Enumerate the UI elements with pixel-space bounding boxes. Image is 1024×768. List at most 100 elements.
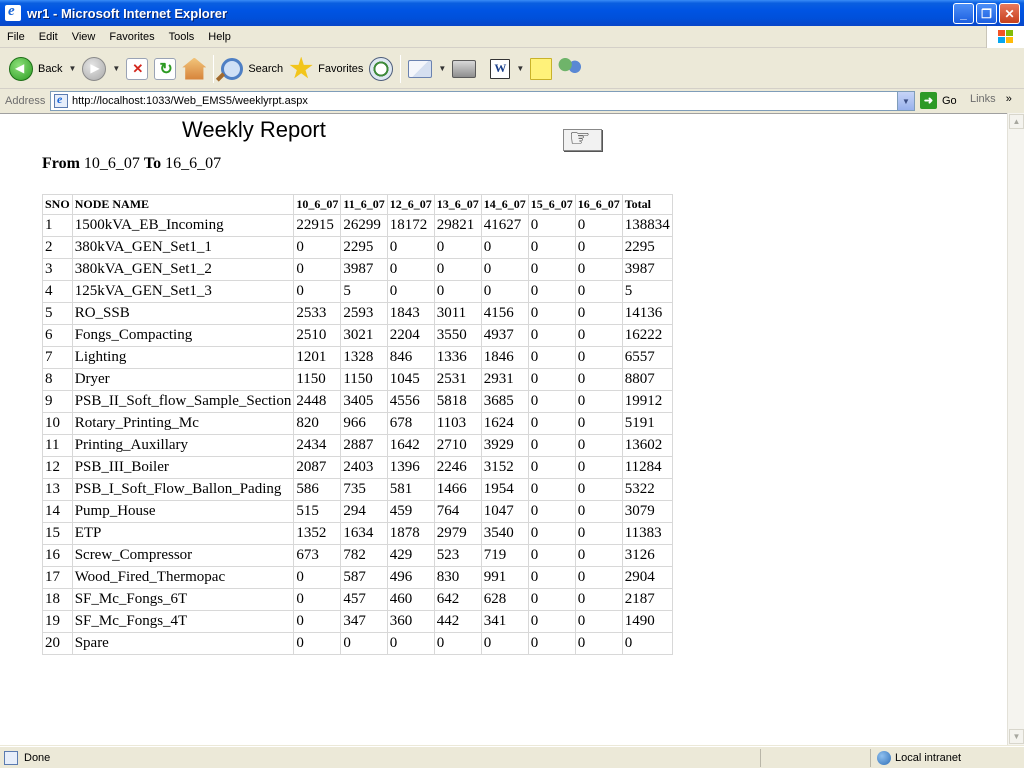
column-header: 15_6_07 xyxy=(527,194,576,215)
table-cell: 4156 xyxy=(480,302,529,325)
table-cell: RO_SSB xyxy=(71,302,295,325)
discuss-button[interactable] xyxy=(527,52,555,86)
table-cell: 0 xyxy=(574,214,623,237)
from-value: 10_6_07 xyxy=(83,155,140,172)
table-cell: 2246 xyxy=(433,456,482,479)
column-header: Total xyxy=(621,194,673,215)
links-bar[interactable]: Links » xyxy=(970,93,1012,105)
table-cell: 1 xyxy=(42,214,73,237)
table-cell: 0 xyxy=(480,258,529,281)
history-button[interactable] xyxy=(366,52,396,86)
scroll-down-icon[interactable]: ▼ xyxy=(1009,729,1024,744)
window-titlebar[interactable]: wr1 - Microsoft Internet Explorer _ ❐ ✕ xyxy=(0,0,1024,26)
table-cell: 1846 xyxy=(480,346,529,369)
go-button[interactable]: ➜ Go xyxy=(920,92,957,109)
maximize-button[interactable]: ❐ xyxy=(976,3,997,24)
table-cell: 2295 xyxy=(621,236,673,259)
table-header: SNO NODE NAME 10_6_07 11_6_07 12_6_07 13_6_07… xyxy=(42,194,673,215)
home-button[interactable] xyxy=(179,52,209,86)
table-cell: 1352 xyxy=(293,522,342,545)
star-icon xyxy=(289,56,313,79)
table-cell: Printing_Auxillary xyxy=(71,434,295,457)
table-cell: 0 xyxy=(527,566,576,589)
menu-edit[interactable]: Edit xyxy=(32,26,65,48)
address-dropdown-icon[interactable]: ▼ xyxy=(897,92,914,110)
table-cell: 587 xyxy=(340,566,388,589)
address-input[interactable] xyxy=(72,95,892,107)
table-cell: 991 xyxy=(480,566,529,589)
search-button[interactable]: Search xyxy=(218,52,286,86)
menu-tools[interactable]: Tools xyxy=(162,26,202,48)
table-cell: 459 xyxy=(386,500,435,523)
table-cell: 0 xyxy=(293,280,342,303)
back-dropdown-icon[interactable]: ▼ xyxy=(68,64,76,73)
printer-icon xyxy=(452,59,477,78)
table-row: 5 RO_SSB 2533 2593 1843 3011 4156 0 0 14136 xyxy=(42,302,673,325)
refresh-button[interactable] xyxy=(151,52,179,86)
table-cell: 0 xyxy=(433,632,482,655)
table-cell: 5191 xyxy=(621,412,673,435)
table-cell: 17 xyxy=(42,566,73,589)
table-row: 2 380kVA_GEN_Set1_1 0 2295 0 0 0 0 0 2295 xyxy=(42,236,673,259)
table-cell: 11284 xyxy=(621,456,673,479)
status-text: Done xyxy=(24,751,51,764)
menu-help[interactable]: Help xyxy=(201,26,238,48)
toolbar-separator xyxy=(213,54,215,83)
scroll-up-icon[interactable]: ▲ xyxy=(1009,114,1024,129)
toolbar-separator xyxy=(400,54,402,83)
table-cell: 0 xyxy=(527,324,576,347)
table-row: 15 ETP 1352 1634 1878 2979 3540 0 0 11383 xyxy=(42,522,673,545)
table-cell: 1500kVA_EB_Incoming xyxy=(71,214,295,237)
go-arrow-icon: ➜ xyxy=(920,92,937,109)
table-cell: 1201 xyxy=(293,346,342,369)
menu-favorites[interactable]: Favorites xyxy=(102,26,161,48)
back-button[interactable]: Back ▼ xyxy=(6,52,79,86)
address-field[interactable]: ▼ xyxy=(50,91,915,111)
vertical-scrollbar[interactable]: ▲ ▼ xyxy=(1007,113,1024,745)
table-cell: 0 xyxy=(293,610,342,633)
mail-dropdown-icon[interactable]: ▼ xyxy=(438,64,446,73)
minimize-button[interactable]: _ xyxy=(953,3,974,24)
forward-button[interactable]: ▼ xyxy=(79,52,123,86)
messenger-button[interactable] xyxy=(555,52,585,86)
table-cell: ETP xyxy=(71,522,295,545)
close-button[interactable]: ✕ xyxy=(999,3,1020,24)
table-cell: 14 xyxy=(42,500,73,523)
print-button[interactable] xyxy=(449,52,479,86)
table-cell: Rotary_Printing_Mc xyxy=(71,412,295,435)
table-cell: 18172 xyxy=(386,214,435,237)
page-content: Weekly Report From 10_6_07 To 16_6_07 SN… xyxy=(0,113,1007,745)
windows-flag-icon xyxy=(998,30,1014,44)
table-row: 12 PSB_III_Boiler 2087 2403 1396 2246 3152 0 0 11… xyxy=(42,456,673,479)
table-row: 13 PSB_I_Soft_Flow_Ballon_Pading 586 735 581… xyxy=(42,478,673,501)
menu-view[interactable]: View xyxy=(65,26,103,48)
table-cell: 3126 xyxy=(621,544,673,567)
edit-dropdown-icon[interactable]: ▼ xyxy=(516,64,524,73)
forward-dropdown-icon[interactable]: ▼ xyxy=(112,64,120,73)
intranet-globe-icon xyxy=(877,751,891,765)
table-cell: 347 xyxy=(340,610,388,633)
status-bar: Done Local intranet xyxy=(0,746,1024,768)
table-cell: 764 xyxy=(433,500,482,523)
table-cell: 1336 xyxy=(433,346,482,369)
table-cell: 2448 xyxy=(293,390,342,413)
table-cell: 3152 xyxy=(480,456,529,479)
table-cell: Dryer xyxy=(71,368,295,391)
table-cell: 2187 xyxy=(621,588,673,611)
table-cell: 0 xyxy=(621,632,673,655)
print-report-button[interactable] xyxy=(563,124,602,153)
table-cell: 2904 xyxy=(621,566,673,589)
table-row: 9 PSB_II_Soft_flow_Sample_Section 2448 3405… xyxy=(42,390,673,413)
table-cell: 678 xyxy=(386,412,435,435)
links-more-icon[interactable]: » xyxy=(1006,93,1012,105)
edit-button[interactable]: ▼ xyxy=(487,52,527,86)
table-cell: 0 xyxy=(527,610,576,633)
mail-button[interactable]: ▼ xyxy=(405,52,449,86)
back-label: Back xyxy=(38,62,63,75)
table-cell: 8807 xyxy=(621,368,673,391)
table-cell: 1642 xyxy=(386,434,435,457)
stop-button[interactable] xyxy=(123,52,151,86)
menu-file[interactable]: File xyxy=(0,26,32,48)
refresh-icon xyxy=(154,57,177,80)
favorites-button[interactable]: Favorites xyxy=(286,52,366,86)
